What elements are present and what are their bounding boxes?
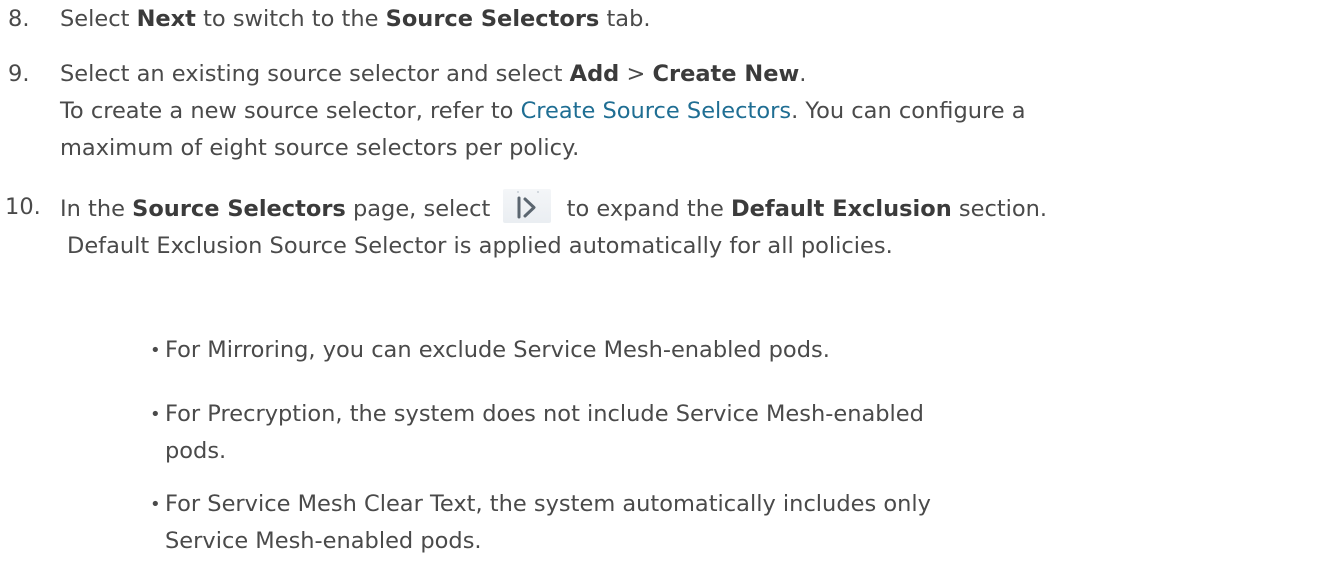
- text-run: tab.: [599, 6, 651, 32]
- text-run: >: [619, 61, 653, 87]
- list-item-line: pods.: [165, 438, 227, 464]
- text-run: Select: [60, 6, 137, 32]
- list-item-line: Service Mesh-enabled pods.: [165, 528, 482, 554]
- text-run: . You can configure a: [791, 98, 1026, 124]
- text-run: to expand the: [559, 196, 731, 222]
- step-number: 8.: [8, 6, 30, 32]
- ui-term-default-exclusion: Default Exclusion: [730, 196, 952, 222]
- ui-term-add: Add: [569, 61, 620, 87]
- step-text: Select an existing source selector and s…: [60, 56, 1026, 167]
- text-run: To create a new source selector, refer t…: [60, 98, 521, 124]
- list-item-text: For Service Mesh Clear Text, the system …: [165, 486, 931, 560]
- text-run: section.: [951, 196, 1048, 222]
- ui-term-next: Next: [136, 6, 196, 32]
- list-item-line: For Precryption, the system does not inc…: [165, 401, 924, 427]
- step-line: To create a new source selector, refer t…: [60, 93, 1026, 130]
- text-run: page, select: [345, 196, 498, 222]
- text-run: to switch to the: [195, 6, 386, 32]
- list-item-line: For Mirroring, you can exclude Service M…: [165, 337, 830, 363]
- list-item-text: For Precryption, the system does not inc…: [165, 396, 924, 470]
- step-number: 9.: [8, 61, 30, 87]
- list-item-line: For Service Mesh Clear Text, the system …: [165, 491, 931, 517]
- step-text: In the Source Selectors page, select to …: [60, 189, 1047, 265]
- bullet-dot: •: [150, 404, 161, 425]
- step-line: Select an existing source selector and s…: [60, 56, 1026, 93]
- step-line: maximum of eight source selectors per po…: [60, 130, 1026, 167]
- step-number: 10.: [5, 194, 41, 220]
- ui-term-source-selectors: Source Selectors: [132, 196, 346, 222]
- bullet-dot: •: [150, 340, 161, 361]
- expand-panel-icon: [503, 189, 552, 223]
- list-item-text: For Mirroring, you can exclude Service M…: [165, 332, 830, 369]
- create-source-selectors-link[interactable]: Create Source Selectors: [521, 98, 792, 124]
- text-run: .: [799, 61, 807, 87]
- document-page: 8. Select Next to switch to the Source S…: [0, 0, 1318, 572]
- ui-term-source-selectors: Source Selectors: [385, 6, 600, 32]
- step-line: In the Source Selectors page, select to …: [60, 189, 1047, 228]
- bullet-dot: •: [150, 494, 161, 515]
- step-line: Default Exclusion Source Selector is app…: [60, 228, 1047, 265]
- ui-term-create-new: Create New: [652, 61, 800, 87]
- step-line: Select Next to switch to the Source Sele…: [60, 1, 651, 38]
- text-run: maximum of eight source selectors per po…: [60, 135, 580, 161]
- text-run: In the: [60, 196, 133, 222]
- step-text: Select Next to switch to the Source Sele…: [60, 1, 651, 38]
- text-run: Select an existing source selector and s…: [60, 61, 570, 87]
- text-run: Default Exclusion Source Selector is app…: [67, 233, 893, 259]
